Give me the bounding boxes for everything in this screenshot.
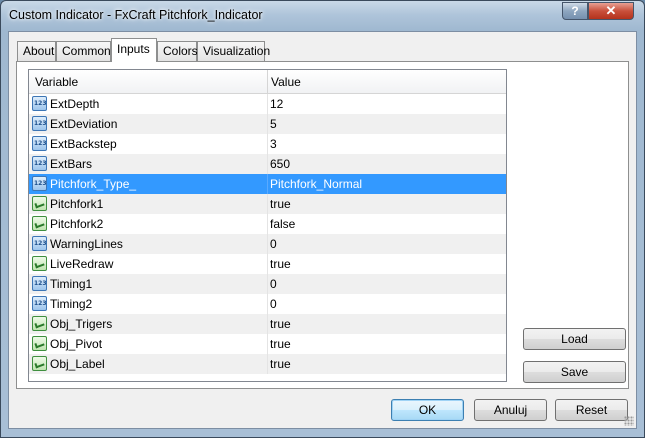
variable-value[interactable]: true xyxy=(270,257,291,271)
variable-value[interactable]: 650 xyxy=(270,157,290,171)
variable-value[interactable]: 0 xyxy=(270,277,277,291)
numeric-icon xyxy=(32,236,47,251)
cell-separator xyxy=(267,214,268,234)
boolean-icon xyxy=(32,256,47,271)
cell-separator xyxy=(267,94,268,114)
boolean-icon xyxy=(32,336,47,351)
cell-separator xyxy=(267,274,268,294)
variable-name: LiveRedraw xyxy=(50,257,114,271)
variable-name: ExtBackstep xyxy=(50,137,117,151)
inputs-grid[interactable]: Variable Value ExtDepth12ExtDeviation5Ex… xyxy=(28,69,507,382)
table-row[interactable]: ExtDeviation 5 xyxy=(29,114,506,134)
boolean-icon xyxy=(32,356,47,371)
variable-name: Obj_Pivot xyxy=(50,337,103,351)
numeric-icon xyxy=(32,156,47,171)
variable-name: Timing2 xyxy=(50,297,93,311)
variable-value[interactable]: true xyxy=(270,317,291,331)
table-row[interactable]: WarningLines 0 xyxy=(29,234,506,254)
variable-value[interactable]: 3 xyxy=(270,137,277,151)
table-row[interactable]: ExtBars 650 xyxy=(29,154,506,174)
column-separator[interactable] xyxy=(267,70,268,93)
table-row[interactable]: Pitchfork1 true xyxy=(29,194,506,214)
close-icon: ✕ xyxy=(605,3,617,18)
cell-separator xyxy=(267,194,268,214)
table-row[interactable]: ExtDepth 12 xyxy=(29,94,506,114)
save-button[interactable]: Save xyxy=(523,361,626,383)
numeric-icon xyxy=(32,116,47,131)
title-bar[interactable]: Custom Indicator - FxCraft Pitchfork_Ind… xyxy=(1,1,644,31)
cell-separator xyxy=(267,174,268,194)
help-icon: ? xyxy=(571,4,579,18)
resize-grip-icon[interactable] xyxy=(624,416,634,426)
variable-name: Obj_Trigers xyxy=(50,317,113,331)
dialog-window: Custom Indicator - FxCraft Pitchfork_Ind… xyxy=(0,0,645,438)
tab-common[interactable]: Common xyxy=(56,41,111,61)
variable-value[interactable]: true xyxy=(270,197,291,211)
close-button[interactable]: ✕ xyxy=(588,2,634,20)
dialog-client: About Common Inputs Colors Visualization… xyxy=(8,31,637,429)
cell-separator xyxy=(267,134,268,154)
variable-value[interactable]: 5 xyxy=(270,117,277,131)
cell-separator xyxy=(267,254,268,274)
variable-name: Pitchfork1 xyxy=(50,197,104,211)
window-title: Custom Indicator - FxCraft Pitchfork_Ind… xyxy=(9,8,263,22)
variable-value[interactable]: true xyxy=(270,357,291,371)
cell-separator xyxy=(267,334,268,354)
cell-separator xyxy=(267,114,268,134)
variable-name: Obj_Label xyxy=(50,357,105,371)
tab-inputs[interactable]: Inputs xyxy=(111,38,157,62)
table-row[interactable]: LiveRedraw true xyxy=(29,254,506,274)
table-row[interactable]: Timing2 0 xyxy=(29,294,506,314)
variable-value[interactable]: 12 xyxy=(270,97,283,111)
table-row[interactable]: Timing1 0 xyxy=(29,274,506,294)
grid-header: Variable Value xyxy=(29,70,506,94)
table-row[interactable]: Obj_Label true xyxy=(29,354,506,374)
variable-value[interactable]: 0 xyxy=(270,237,277,251)
variable-name: ExtDeviation xyxy=(50,117,118,131)
variable-name: Pitchfork2 xyxy=(50,217,104,231)
variable-value[interactable]: 0 xyxy=(270,297,277,311)
ok-button[interactable]: OK xyxy=(391,399,464,421)
variable-value[interactable]: Pitchfork_Normal xyxy=(270,177,362,191)
numeric-icon xyxy=(32,136,47,151)
numeric-icon xyxy=(32,296,47,311)
variable-name: Pitchfork_Type_ xyxy=(50,177,137,191)
table-row[interactable]: Pitchfork_Type_ Pitchfork_Normal xyxy=(29,174,506,194)
table-row[interactable]: Obj_Trigers true xyxy=(29,314,506,334)
numeric-icon xyxy=(32,96,47,111)
variable-value[interactable]: true xyxy=(270,337,291,351)
cell-separator xyxy=(267,234,268,254)
boolean-icon xyxy=(32,216,47,231)
table-row[interactable]: ExtBackstep 3 xyxy=(29,134,506,154)
column-header-value[interactable]: Value xyxy=(271,75,301,89)
numeric-icon xyxy=(32,276,47,291)
variable-name: Timing1 xyxy=(50,277,93,291)
table-row[interactable]: Pitchfork2 false xyxy=(29,214,506,234)
cell-separator xyxy=(267,354,268,374)
variable-name: ExtBars xyxy=(50,157,93,171)
reset-button[interactable]: Reset xyxy=(555,399,628,421)
variable-value[interactable]: false xyxy=(270,217,295,231)
variable-name: WarningLines xyxy=(50,237,123,251)
boolean-icon xyxy=(32,316,47,331)
table-row[interactable]: Obj_Pivot true xyxy=(29,334,506,354)
cell-separator xyxy=(267,314,268,334)
tab-about[interactable]: About xyxy=(17,41,56,61)
column-header-variable[interactable]: Variable xyxy=(35,75,78,89)
tab-visualization[interactable]: Visualization xyxy=(197,41,270,61)
help-button[interactable]: ? xyxy=(562,2,588,20)
cell-separator xyxy=(267,154,268,174)
numeric-icon xyxy=(32,176,47,191)
cell-separator xyxy=(267,294,268,314)
tab-colors[interactable]: Colors xyxy=(157,41,198,61)
inputs-panel: Variable Value ExtDepth12ExtDeviation5Ex… xyxy=(16,61,629,389)
variable-name: ExtDepth xyxy=(50,97,100,111)
boolean-icon xyxy=(32,196,47,211)
cancel-button[interactable]: Anuluj xyxy=(474,399,547,421)
load-button[interactable]: Load xyxy=(523,328,626,350)
